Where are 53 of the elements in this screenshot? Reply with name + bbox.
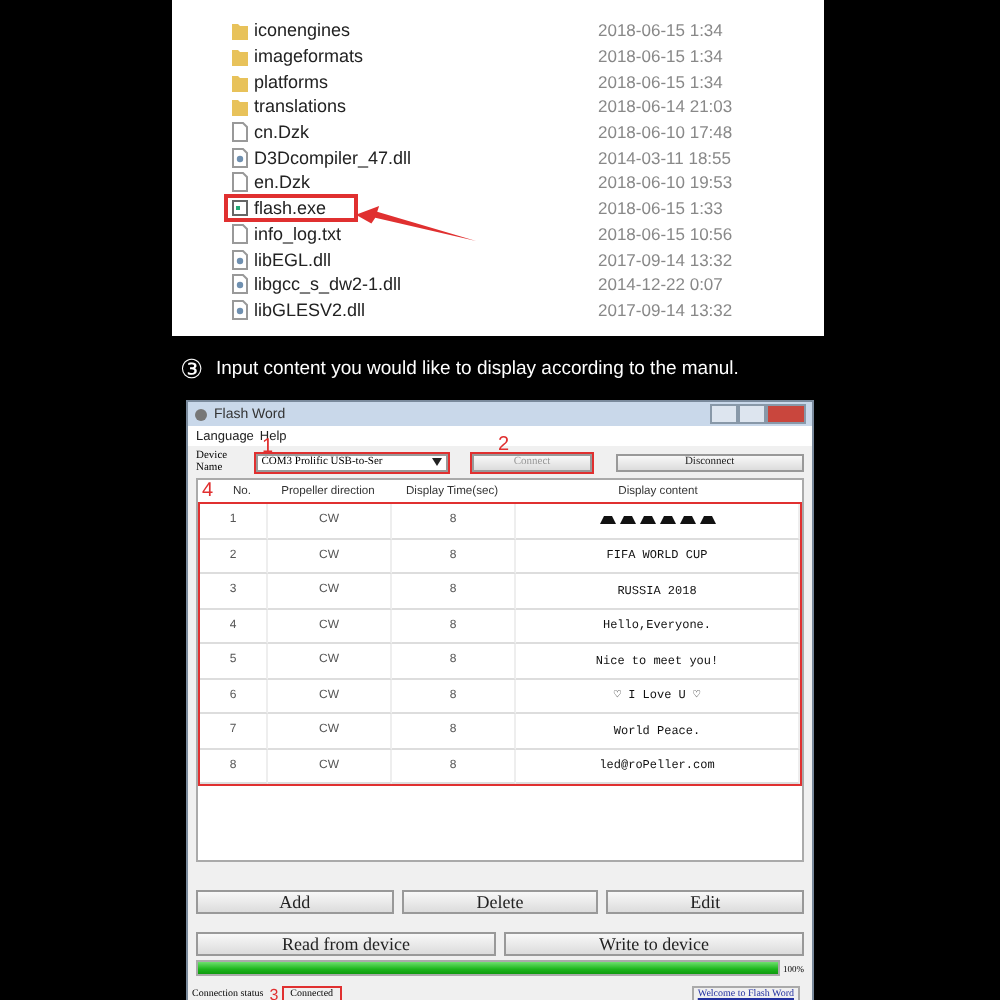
file-name[interactable]: D3Dcompiler_47.dll (228, 147, 414, 168)
file-date: 2014-12-22 0:07 (598, 274, 723, 295)
maximize-button[interactable] (738, 404, 766, 424)
file-date: 2018-06-14 21:03 (598, 96, 733, 117)
step-number: ③ (180, 353, 204, 383)
file-date: 2018-06-15 1:34 (598, 20, 723, 41)
dropdown-arrow-icon (432, 458, 443, 466)
callout-number: 4 (202, 482, 214, 502)
file-date: 2018-06-15 1:33 (598, 198, 723, 219)
file-date: 2014-03-11 18:55 (598, 147, 731, 168)
file-date: 2017-09-14 13:32 (598, 299, 733, 320)
file-name[interactable]: translations (228, 96, 349, 117)
callout-number: 3 (269, 987, 279, 1000)
gear-file-icon (232, 299, 248, 320)
gear-file-icon (232, 249, 248, 270)
minimize-button[interactable] (710, 404, 738, 424)
file-name[interactable]: en.Dzk (228, 172, 313, 193)
application-icon (232, 198, 248, 219)
callout-number: 1 (262, 438, 274, 458)
action-button[interactable]: Delete (401, 890, 599, 914)
file-name[interactable]: flash.exe (228, 198, 355, 219)
file-name[interactable]: cn.Dzk (228, 122, 312, 143)
file-icon (232, 223, 248, 244)
file-date: 2017-09-14 13:32 (598, 249, 733, 270)
file-date: 2018-06-15 10:56 (598, 223, 733, 244)
file-date: 2018-06-10 17:48 (598, 122, 733, 143)
file-date: 2018-06-10 19:53 (598, 172, 733, 193)
file-name[interactable]: libGLESV2.dll (228, 299, 368, 320)
action-button[interactable]: Add (196, 890, 394, 914)
step-instruction: Input content you would like to display according to the manul. (216, 357, 739, 379)
device-button[interactable]: Read from device (196, 932, 496, 956)
file-name[interactable]: libEGL.dll (228, 249, 334, 270)
file-name[interactable]: platforms (228, 71, 331, 92)
folder-icon (232, 96, 248, 117)
device-button[interactable]: Write to device (504, 932, 804, 956)
file-icon (232, 122, 248, 143)
close-button[interactable] (766, 404, 806, 424)
file-name[interactable]: info_log.txt (228, 223, 344, 244)
file-name[interactable]: libgcc_s_dw2-1.dll (228, 274, 404, 295)
file-name[interactable]: imageformats (228, 46, 366, 67)
file-date: 2018-06-15 1:34 (598, 46, 723, 67)
file-name[interactable]: iconengines (228, 20, 353, 41)
file-date: 2018-06-15 1:34 (598, 71, 723, 92)
file-icon (232, 172, 248, 193)
symbol-pattern-icon (597, 514, 717, 527)
gear-file-icon (232, 274, 248, 295)
folder-icon (232, 71, 248, 92)
callout-number: 2 (498, 436, 510, 456)
folder-icon (232, 20, 248, 41)
app-icon (194, 407, 208, 421)
action-button[interactable]: Edit (606, 890, 805, 914)
gear-file-icon (232, 147, 248, 168)
folder-icon (232, 46, 248, 67)
